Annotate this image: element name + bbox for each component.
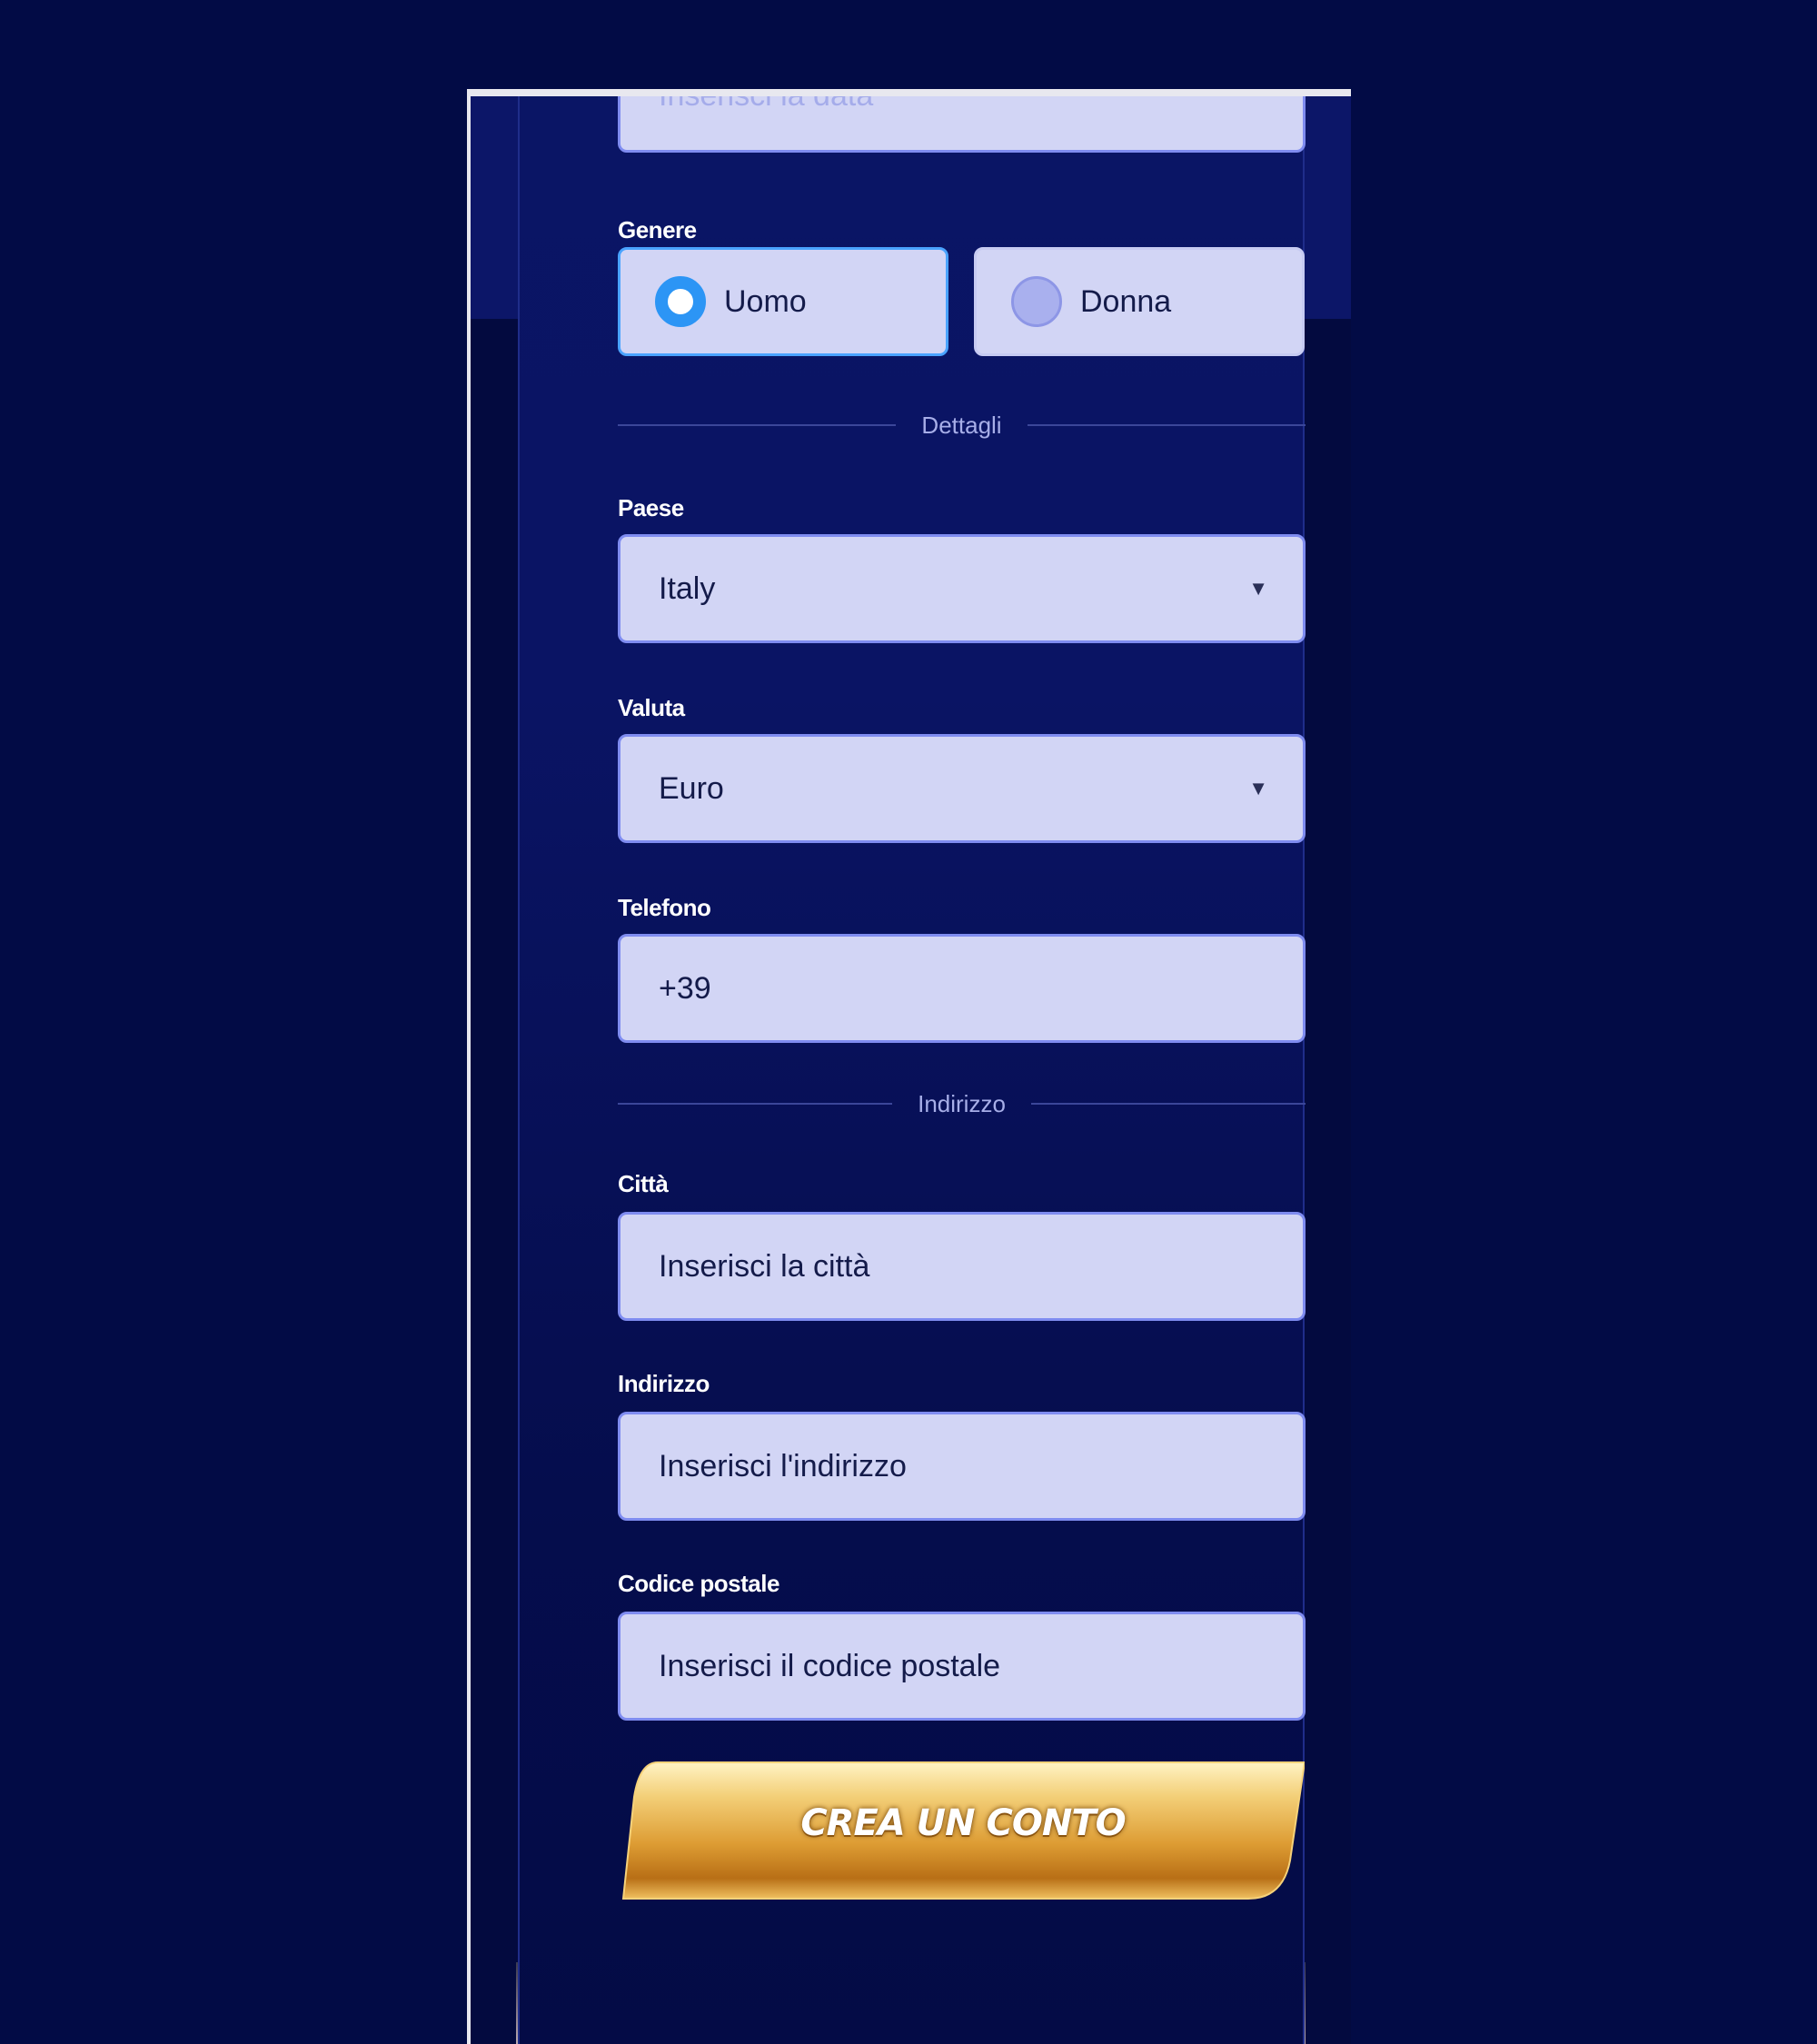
country-select[interactable]: Italy ▼: [618, 534, 1306, 643]
postal-code-placeholder: Inserisci il codice postale: [659, 1648, 1001, 1683]
radio-unselected-icon[interactable]: [1011, 276, 1062, 327]
birthdate-input[interactable]: Inserisci la data: [618, 89, 1306, 153]
postal-code-input[interactable]: Inserisci il codice postale: [618, 1612, 1306, 1721]
registration-panel: Inserisci la data Genere Uomo Donna Dett…: [518, 89, 1306, 2044]
divider-label: Indirizzo: [918, 1089, 1006, 1117]
section-divider-details: Dettagli: [618, 407, 1306, 443]
address-placeholder: Inserisci l'indirizzo: [659, 1448, 907, 1483]
browser-viewport: Inserisci la data Genere Uomo Donna Dett…: [467, 89, 1351, 2044]
address-label: Indirizzo: [618, 1370, 710, 1397]
currency-label: Valuta: [618, 694, 685, 721]
section-divider-address: Indirizzo: [618, 1086, 1306, 1122]
birthdate-placeholder: Inserisci la data: [659, 89, 874, 113]
radio-selected-icon[interactable]: [655, 276, 706, 327]
create-account-button[interactable]: CREA UN CONTO: [621, 1761, 1306, 1900]
gender-label: Genere: [618, 216, 697, 243]
country-value: Italy: [659, 571, 716, 606]
city-label: Città: [618, 1170, 669, 1197]
phone-input[interactable]: +39: [618, 934, 1306, 1043]
phone-label: Telefono: [618, 894, 711, 921]
city-placeholder: Inserisci la città: [659, 1248, 870, 1284]
country-label: Paese: [618, 494, 684, 521]
gender-option-label: Donna: [1080, 283, 1172, 319]
currency-value: Euro: [659, 770, 724, 806]
gender-option-male[interactable]: Uomo: [618, 247, 948, 356]
currency-select[interactable]: Euro ▼: [618, 734, 1306, 843]
postal-code-label: Codice postale: [618, 1570, 779, 1597]
phone-value: +39: [659, 970, 711, 1006]
city-input[interactable]: Inserisci la città: [618, 1212, 1306, 1321]
gender-option-label: Uomo: [724, 283, 807, 319]
chevron-down-icon: ▼: [1248, 777, 1268, 799]
divider-label: Dettagli: [921, 411, 1002, 439]
chevron-down-icon: ▼: [1248, 577, 1268, 600]
address-input[interactable]: Inserisci l'indirizzo: [618, 1412, 1306, 1521]
create-account-label: CREA UN CONTO: [800, 1802, 1126, 1844]
gender-option-female[interactable]: Donna: [974, 247, 1305, 356]
